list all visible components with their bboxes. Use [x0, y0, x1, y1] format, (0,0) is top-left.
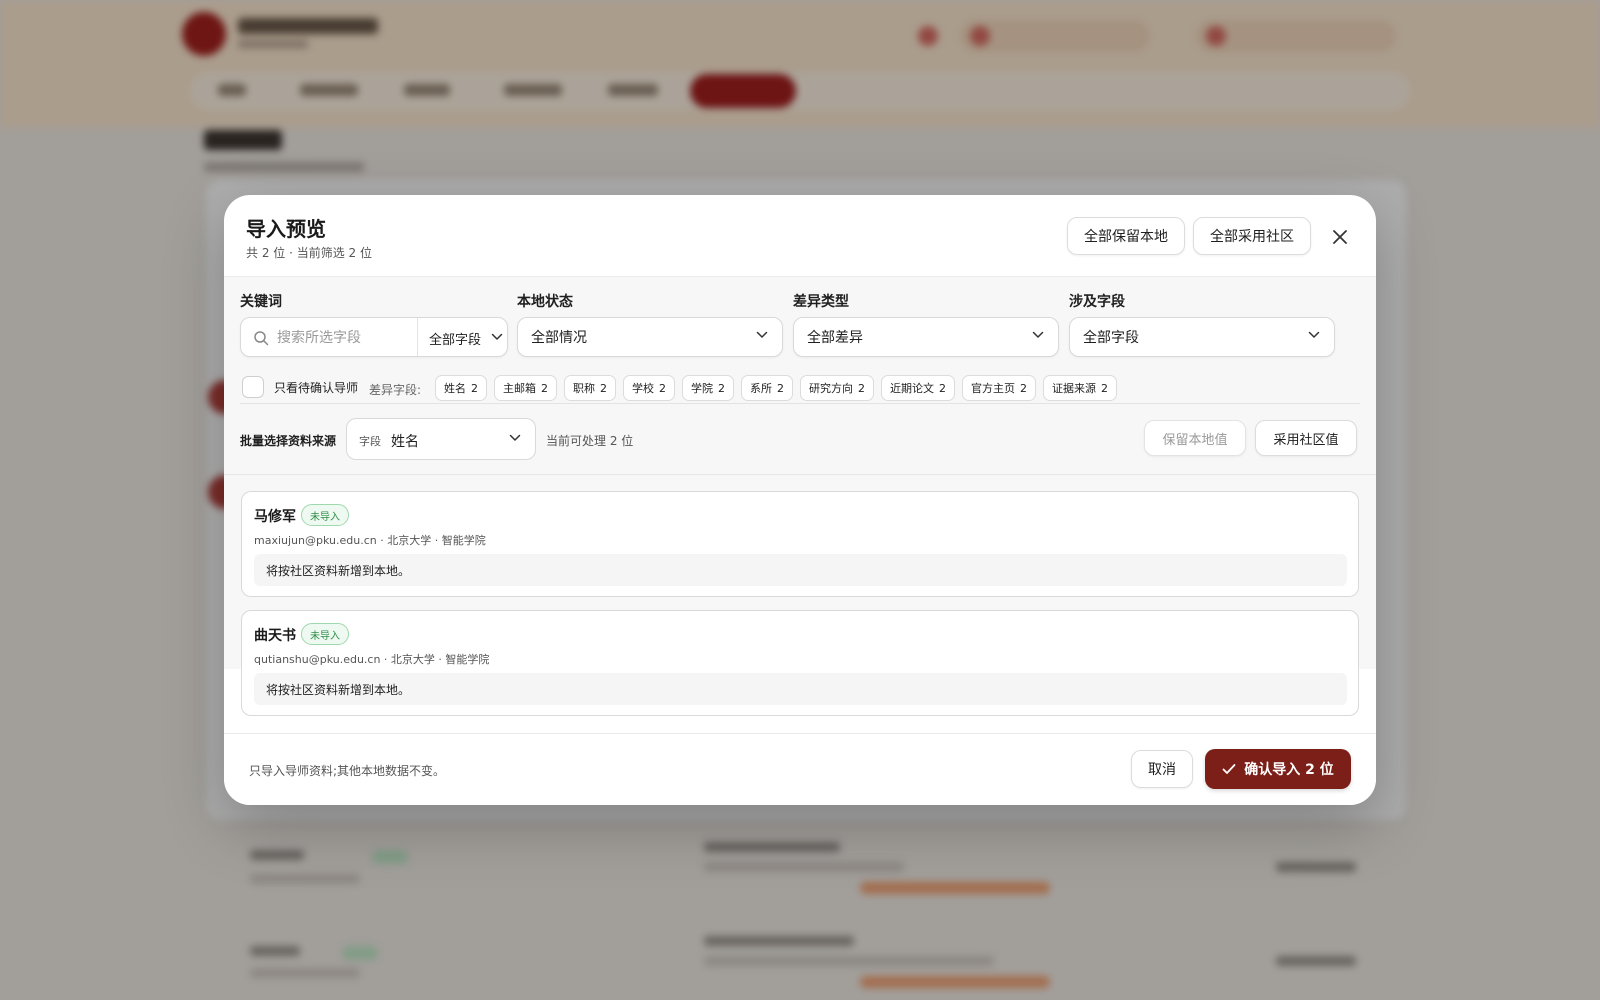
- chip-count: 2: [858, 381, 865, 395]
- chevron-down-icon: [1032, 331, 1044, 338]
- keyword-scope-select[interactable]: 全部字段: [429, 329, 481, 348]
- mentor-meta: maxiujun@pku.edu.cn · 北京大学 · 智能学院: [254, 534, 486, 547]
- close-icon: [1333, 230, 1347, 244]
- keyword-search-input[interactable]: [277, 327, 407, 349]
- dialog-title: 导入预览: [246, 217, 326, 241]
- diff-chip[interactable]: 职称 2: [564, 375, 616, 401]
- mentor-name: 马修军: [254, 509, 296, 525]
- batch-field-key: 字段: [359, 435, 381, 448]
- batch-field-value: 姓名: [391, 434, 419, 450]
- local-status-select[interactable]: 全部情况: [517, 317, 783, 357]
- pending-only-toggle[interactable]: 只看待确认导师: [242, 376, 358, 398]
- dialog-subtitle: 共 2 位 · 当前筛选 2 位: [246, 246, 372, 260]
- list-item[interactable]: 曲天书 未导入 qutianshu@pku.edu.cn · 北京大学 · 智能…: [241, 610, 1359, 716]
- fields-select[interactable]: 全部字段: [1069, 317, 1335, 357]
- pending-only-label: 只看待确认导师: [274, 380, 359, 395]
- divider: [240, 403, 1360, 404]
- import-note: 将按社区资料新增到本地。: [254, 673, 1347, 705]
- close-button[interactable]: [1324, 221, 1356, 253]
- chip-label: 姓名: [444, 382, 466, 395]
- confirm-label: 确认导入 2 位: [1244, 762, 1334, 778]
- dialog-header: 导入预览 共 2 位 · 当前筛选 2 位 全部保留本地 全部采用社区: [224, 195, 1376, 277]
- divider: [224, 474, 1376, 475]
- batch-field-select[interactable]: 字段 姓名: [346, 418, 536, 460]
- chip-label: 主邮箱: [503, 382, 536, 395]
- diff-chip[interactable]: 官方主页 2: [962, 375, 1036, 401]
- check-icon: [1222, 764, 1236, 774]
- local-status-label: 本地状态: [517, 294, 573, 310]
- chip-count: 2: [1101, 381, 1108, 395]
- chevron-down-icon: [509, 434, 521, 441]
- chip-count: 2: [471, 381, 478, 395]
- batch-source-label: 批量选择资料来源: [240, 434, 337, 448]
- chip-count: 2: [1020, 381, 1027, 395]
- fields-value: 全部字段: [1083, 330, 1139, 346]
- chip-count: 2: [939, 381, 946, 395]
- keep-all-local-button[interactable]: 全部保留本地: [1067, 217, 1185, 255]
- status-badge: 未导入: [301, 623, 349, 645]
- local-status-value: 全部情况: [531, 330, 587, 346]
- chip-label: 官方主页: [971, 382, 1015, 395]
- adopt-all-community-button[interactable]: 全部采用社区: [1193, 217, 1311, 255]
- chip-count: 2: [777, 381, 784, 395]
- mentor-meta: qutianshu@pku.edu.cn · 北京大学 · 智能学院: [254, 653, 490, 666]
- adopt-community-value-button[interactable]: 采用社区值: [1255, 420, 1357, 456]
- chip-count: 2: [541, 381, 548, 395]
- chevron-down-icon: [491, 333, 503, 340]
- diff-chip[interactable]: 研究方向 2: [800, 375, 874, 401]
- batch-count-text: 当前可处理 2 位: [546, 434, 634, 448]
- chip-label: 系所: [750, 382, 772, 395]
- chip-count: 2: [718, 381, 725, 395]
- chip-count: 2: [659, 381, 666, 395]
- chip-label: 职称: [573, 382, 595, 395]
- diff-type-label: 差异类型: [793, 294, 849, 310]
- footer-note: 只导入导师资料;其他本地数据不变。: [249, 764, 446, 778]
- chip-label: 学校: [632, 382, 654, 395]
- chip-count: 2: [600, 381, 607, 395]
- diff-chip[interactable]: 近期论文 2: [881, 375, 955, 401]
- dialog-footer: 只导入导师资料;其他本地数据不变。 取消 确认导入 2 位: [224, 733, 1376, 805]
- status-badge: 未导入: [301, 504, 349, 526]
- diff-fields-label: 差异字段:: [369, 383, 422, 397]
- diff-chip[interactable]: 系所 2: [741, 375, 793, 401]
- keyword-field: 全部字段: [240, 317, 508, 357]
- chevron-down-icon: [756, 331, 768, 338]
- chip-label: 研究方向: [809, 382, 853, 395]
- keyword-label: 关键词: [240, 294, 282, 310]
- diff-chip[interactable]: 学校 2: [623, 375, 675, 401]
- list-item[interactable]: 马修军 未导入 maxiujun@pku.edu.cn · 北京大学 · 智能学…: [241, 491, 1359, 597]
- pending-only-checkbox[interactable]: [242, 376, 264, 398]
- mentor-name: 曲天书: [254, 628, 296, 644]
- search-icon: [254, 331, 269, 346]
- keep-local-value-button[interactable]: 保留本地值: [1144, 420, 1246, 456]
- chevron-down-icon: [1308, 331, 1320, 338]
- cancel-button[interactable]: 取消: [1131, 750, 1193, 788]
- diff-chip[interactable]: 学院 2: [682, 375, 734, 401]
- chip-label: 证据来源: [1052, 382, 1096, 395]
- divider: [417, 318, 418, 356]
- import-note: 将按社区资料新增到本地。: [254, 554, 1347, 586]
- diff-chip[interactable]: 姓名 2: [435, 375, 487, 401]
- diff-type-value: 全部差异: [807, 330, 863, 346]
- diff-chip[interactable]: 证据来源 2: [1043, 375, 1117, 401]
- diff-type-select[interactable]: 全部差异: [793, 317, 1059, 357]
- fields-label: 涉及字段: [1069, 294, 1125, 310]
- diff-field-chips: 姓名 2 主邮箱 2 职称 2 学校 2 学院 2 系所 2 研究方向 2 近期论文 2 官方主…: [435, 375, 1117, 401]
- chip-label: 学院: [691, 382, 713, 395]
- diff-chip[interactable]: 主邮箱 2: [494, 375, 557, 401]
- import-preview-dialog: 导入预览 共 2 位 · 当前筛选 2 位 全部保留本地 全部采用社区 关键词 …: [224, 195, 1376, 805]
- chip-label: 近期论文: [890, 382, 934, 395]
- confirm-import-button[interactable]: 确认导入 2 位: [1205, 749, 1351, 789]
